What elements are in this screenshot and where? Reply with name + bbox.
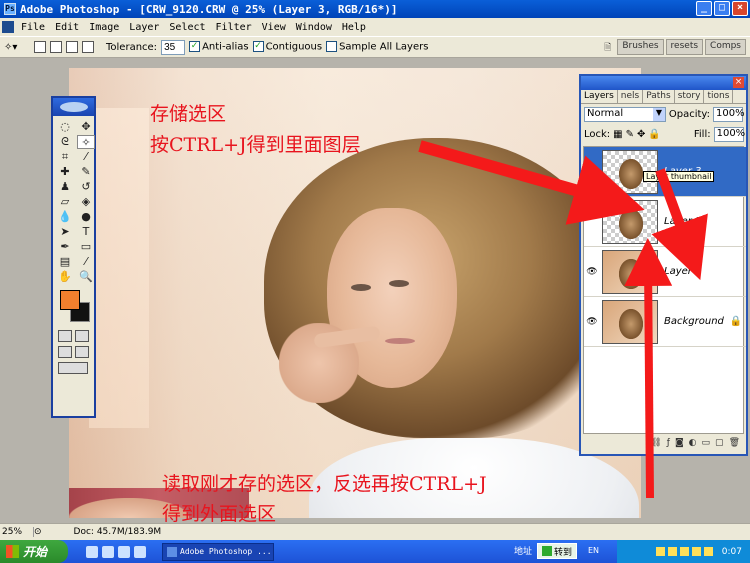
goto-button[interactable]: 转到: [537, 543, 578, 559]
zoom-level[interactable]: 25%: [0, 527, 34, 537]
tray-icon[interactable]: [703, 547, 713, 556]
tray-icon[interactable]: [691, 547, 701, 556]
system-tray: 0:07: [617, 540, 750, 563]
doc-size[interactable]: Doc: 45.7M/183.9M: [42, 527, 162, 537]
media-icon[interactable]: [118, 545, 130, 558]
arrow-to-layer-2: [651, 168, 708, 281]
desktop-icon[interactable]: [86, 545, 98, 558]
task-label: Adobe Photoshop ...: [180, 547, 272, 556]
arrow-to-layer-3: [418, 140, 645, 225]
ie-icon[interactable]: [134, 545, 146, 558]
windows-logo-icon: [6, 545, 19, 558]
taskbar-photoshop-button[interactable]: Adobe Photoshop ...: [162, 542, 274, 561]
tray-icon[interactable]: [655, 547, 665, 556]
status-bar: 25% ⊙ Doc: 45.7M/183.9M: [0, 523, 750, 540]
address-label: 地址: [514, 547, 533, 557]
quick-launch: [86, 545, 146, 558]
clock[interactable]: 0:07: [722, 547, 742, 557]
status-icon: ⊙: [34, 527, 42, 537]
qq-icon[interactable]: [102, 545, 114, 558]
red-arrows-overlay: [418, 140, 708, 499]
language-indicator[interactable]: EN: [588, 546, 599, 555]
arrow-from-bottom: [624, 238, 673, 499]
start-button[interactable]: 开始: [0, 540, 68, 563]
photoshop-icon: [167, 546, 177, 557]
tray-icon[interactable]: [667, 547, 677, 556]
start-label: 开始: [23, 545, 48, 559]
tray-icon[interactable]: [679, 547, 689, 556]
goto-label: 转到: [554, 547, 573, 558]
arrow-right-icon: [542, 546, 552, 556]
windows-taskbar: 开始 Adobe Photoshop ... 地址 转到 EN 0:07: [0, 540, 750, 563]
